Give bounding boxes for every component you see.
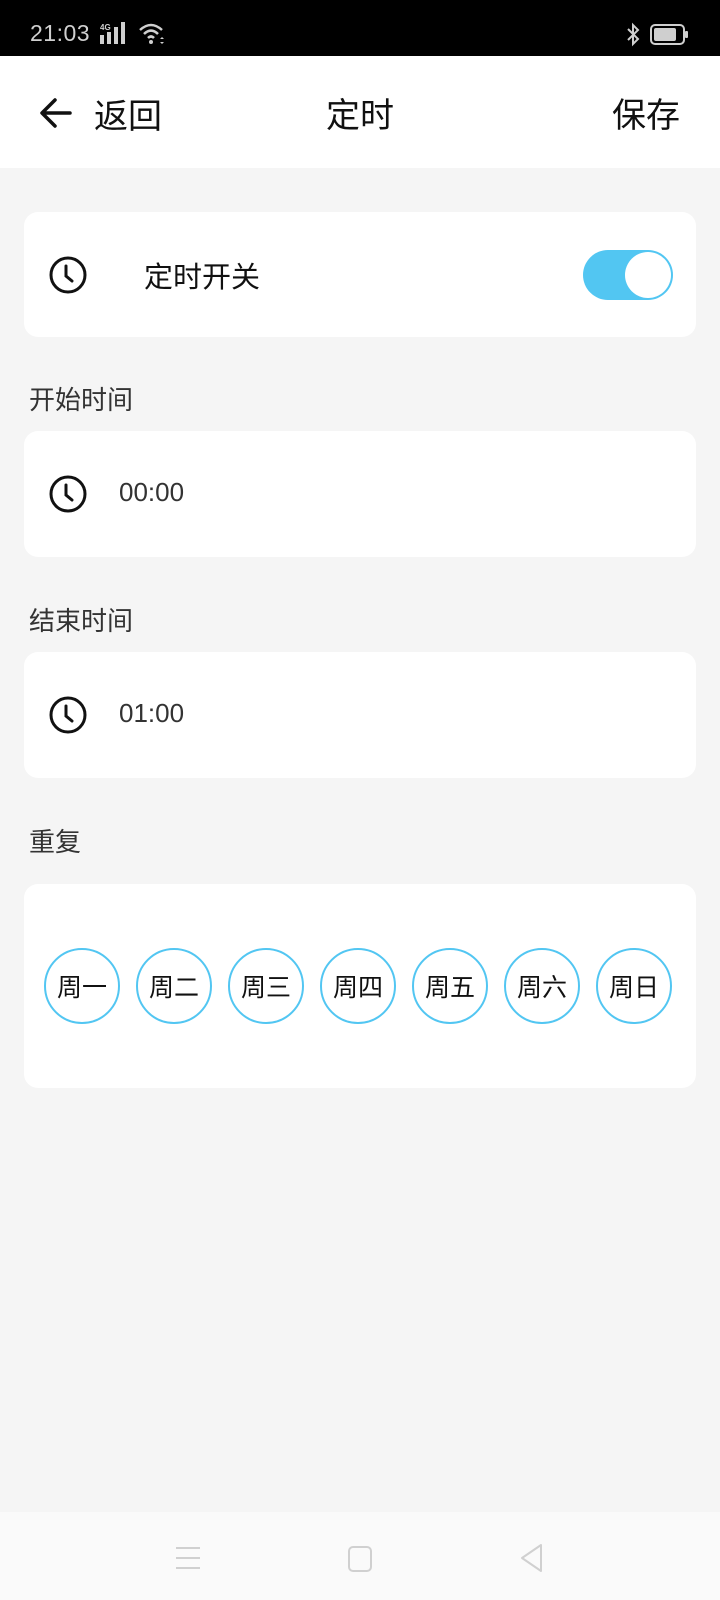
network-type-label: 4G <box>100 23 111 32</box>
system-nav-bar <box>0 1512 720 1600</box>
start-time-field[interactable]: 00:00 <box>24 431 696 557</box>
back-nav-icon[interactable] <box>512 1538 552 1578</box>
bluetooth-icon <box>625 22 641 52</box>
start-time-label: 开始时间 <box>29 386 134 416</box>
wifi-icon <box>138 22 166 50</box>
end-time-label: 结束时间 <box>29 607 134 637</box>
day-tuesday[interactable]: 周二 <box>136 948 212 1024</box>
menu-icon[interactable] <box>168 1538 208 1578</box>
end-time-value: 01:00 <box>119 698 185 728</box>
start-time-value: 00:00 <box>119 477 185 507</box>
day-sunday[interactable]: 周日 <box>596 948 672 1024</box>
signal-icon: 4G <box>100 22 130 50</box>
save-button[interactable]: 保存 <box>612 88 680 137</box>
timer-switch-toggle[interactable] <box>583 250 673 300</box>
day-monday[interactable]: 周一 <box>44 948 120 1024</box>
timer-switch-card: 定时开关 <box>24 212 696 337</box>
repeat-label: 重复 <box>29 828 82 858</box>
status-bar: 21:03 4G <box>0 0 720 56</box>
day-wednesday[interactable]: 周三 <box>228 948 304 1024</box>
status-time: 21:03 <box>30 20 91 46</box>
toggle-knob <box>625 252 671 298</box>
repeat-card: 周一 周二 周三 周四 周五 周六 周日 <box>24 884 696 1088</box>
battery-icon <box>650 24 690 50</box>
end-time-field[interactable]: 01:00 <box>24 652 696 778</box>
clock-icon <box>49 256 87 294</box>
day-friday[interactable]: 周五 <box>412 948 488 1024</box>
home-icon[interactable] <box>340 1538 380 1578</box>
clock-icon <box>49 475 87 513</box>
clock-icon <box>49 696 87 734</box>
app-bar: 返回 定时 保存 <box>0 56 720 168</box>
day-saturday[interactable]: 周六 <box>504 948 580 1024</box>
day-selector: 周一 周二 周三 周四 周五 周六 周日 <box>44 948 672 1024</box>
timer-switch-label: 定时开关 <box>144 260 261 294</box>
day-thursday[interactable]: 周四 <box>320 948 396 1024</box>
